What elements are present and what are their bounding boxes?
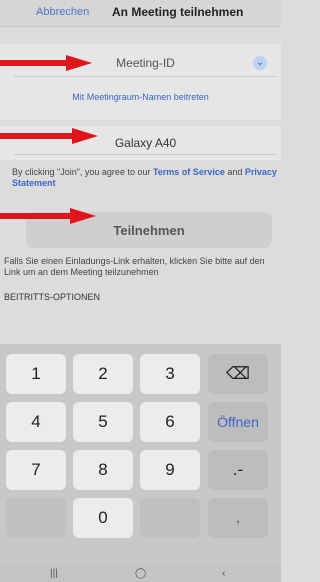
- open-key[interactable]: Öffnen: [208, 402, 268, 442]
- key-9[interactable]: 9: [140, 450, 200, 490]
- join-options-heading: BEITRITTS-OPTIONEN: [4, 292, 101, 302]
- terms-and: and: [224, 167, 245, 177]
- key-comma[interactable]: ,: [208, 498, 268, 538]
- key-blank-left: [6, 498, 66, 538]
- numeric-keypad: 1 2 3 ⌫ 4 5 6 Öffnen 7 8 9 .- 0 ,: [0, 344, 281, 582]
- invite-link-hint: Falls Sie einen Einladungs-Link erhalten…: [4, 256, 265, 277]
- join-by-room-name-link[interactable]: Mit Meetingraum-Namen beitreten: [0, 92, 281, 102]
- cancel-button[interactable]: Abbrechen: [36, 6, 89, 18]
- home-icon[interactable]: ◯: [135, 568, 146, 579]
- key-6[interactable]: 6: [140, 402, 200, 442]
- key-4[interactable]: 4: [6, 402, 66, 442]
- red-arrow-annotation-icon: [0, 128, 98, 144]
- meeting-id-placeholder: Meeting-ID: [116, 56, 175, 70]
- terms-of-service-link[interactable]: Terms of Service: [153, 167, 225, 177]
- terms-prefix: By clicking "Join", you agree to our: [12, 167, 153, 177]
- key-2[interactable]: 2: [73, 354, 133, 394]
- backspace-icon[interactable]: ⌫: [208, 354, 268, 394]
- key-blank-right: [140, 498, 200, 538]
- back-icon[interactable]: ‹: [222, 568, 225, 579]
- terms-notice: By clicking "Join", you agree to our Ter…: [12, 167, 277, 189]
- key-5[interactable]: 5: [73, 402, 133, 442]
- recent-apps-icon[interactable]: |||: [50, 568, 58, 579]
- key-7[interactable]: 7: [6, 450, 66, 490]
- key-1[interactable]: 1: [6, 354, 66, 394]
- key-0[interactable]: 0: [73, 498, 133, 538]
- header-bar: Abbrechen An Meeting teilnehmen: [0, 0, 281, 27]
- key-dot-dash[interactable]: .-: [208, 450, 268, 490]
- page-title: An Meeting teilnehmen: [112, 5, 244, 19]
- system-nav-bar: ||| ◯ ‹: [0, 566, 281, 582]
- red-arrow-annotation-icon: [0, 55, 92, 71]
- key-3[interactable]: 3: [140, 354, 200, 394]
- red-arrow-annotation-icon: [0, 208, 96, 224]
- chevron-down-icon[interactable]: ⌄: [253, 56, 267, 70]
- key-8[interactable]: 8: [73, 450, 133, 490]
